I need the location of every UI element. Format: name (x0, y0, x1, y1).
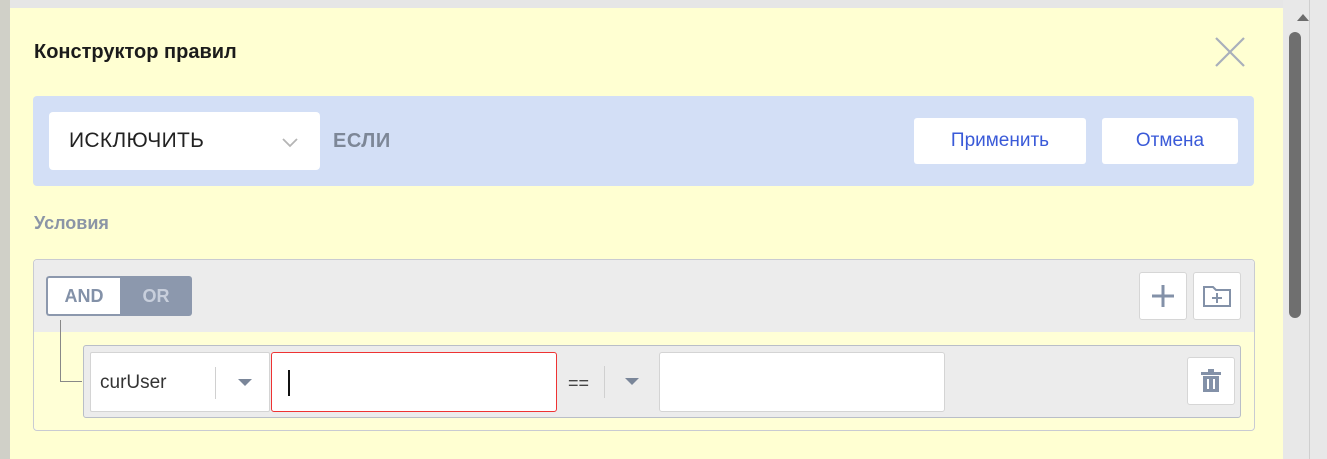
condition-group-header: AND OR (34, 260, 1254, 332)
chevron-down-icon (282, 138, 298, 148)
scrollbar-edge (1309, 0, 1310, 459)
apply-button[interactable]: Применить (914, 118, 1086, 164)
text-cursor (288, 370, 290, 396)
scroll-up-icon[interactable] (1297, 14, 1309, 21)
value-input[interactable] (659, 352, 945, 412)
add-rule-button[interactable] (1139, 272, 1187, 320)
or-toggle-button[interactable]: OR (120, 276, 192, 316)
and-toggle-button[interactable]: AND (46, 276, 120, 316)
combinator-toggle: AND OR (46, 276, 192, 316)
field-select[interactable]: curUser (90, 352, 270, 412)
operator-select[interactable]: == (558, 352, 658, 412)
delete-rule-button[interactable] (1187, 357, 1235, 405)
field-select-value: curUser (100, 372, 167, 393)
page-scrollbar[interactable] (1283, 0, 1327, 459)
select-separator (604, 366, 605, 398)
trash-icon (1201, 369, 1221, 392)
tree-connector (60, 320, 82, 382)
select-separator (215, 367, 216, 399)
if-label: ЕСЛИ (333, 130, 391, 152)
action-select-value: ИСКЛЮЧИТЬ (69, 129, 205, 152)
page-backdrop (0, 0, 10, 459)
caret-down-icon (238, 379, 252, 386)
condition-rule-row: curUser == (83, 345, 1241, 418)
caret-down-icon (625, 378, 639, 385)
add-group-button[interactable] (1193, 272, 1241, 320)
condition-group: AND OR curUser == (33, 259, 1255, 431)
cancel-button[interactable]: Отмена (1102, 118, 1238, 164)
folder-plus-icon (1203, 286, 1231, 307)
operator-select-value: == (568, 373, 590, 393)
plus-icon (1152, 285, 1174, 307)
scrollbar-thumb[interactable] (1289, 32, 1301, 318)
close-icon (1215, 37, 1245, 67)
field-text-input[interactable] (271, 352, 557, 412)
rule-action-bar: ИСКЛЮЧИТЬ ЕСЛИ Применить Отмена (33, 96, 1254, 186)
conditions-heading: Условия (34, 213, 109, 233)
action-select[interactable]: ИСКЛЮЧИТЬ (49, 112, 320, 170)
dialog-title: Конструктор правил (34, 41, 237, 63)
close-button[interactable] (1210, 32, 1250, 72)
rule-builder-dialog: Конструктор правил ИСКЛЮЧИТЬ ЕСЛИ Примен… (10, 8, 1283, 459)
